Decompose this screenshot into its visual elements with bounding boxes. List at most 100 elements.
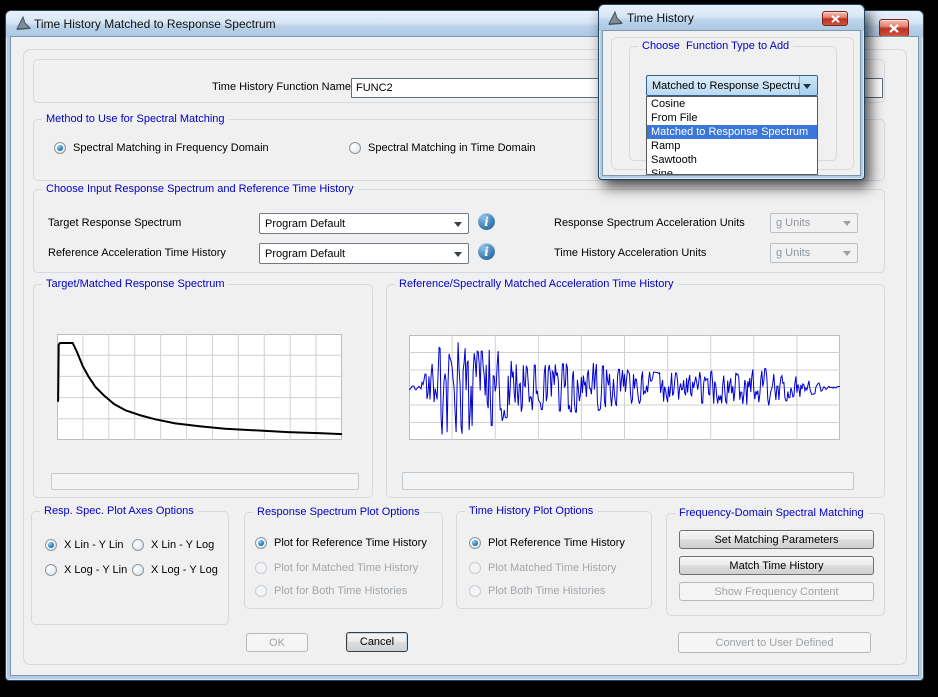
target-response-spectrum-combo[interactable]: Program Default: [259, 213, 469, 234]
response-spectrum-plot-title: Target/Matched Response Spectrum: [42, 278, 229, 291]
th-plot-options-box: Time History Plot Options Plot Reference…: [456, 511, 652, 609]
chevron-down-icon: [843, 251, 851, 256]
radio-icon: [45, 564, 57, 576]
radio-plot-reference-time-history[interactable]: Plot Reference Time History: [469, 537, 625, 549]
time-history-readout-bar: [402, 472, 854, 490]
combo-value: g Units: [776, 247, 810, 259]
th-units-combo: g Units: [770, 243, 858, 263]
radio-label: Plot Reference Time History: [488, 537, 625, 549]
app-icon: [607, 11, 623, 27]
response-spectrum-plot: [57, 334, 342, 440]
close-icon: [889, 24, 899, 33]
radio-icon: [469, 537, 481, 549]
popup-title: Time History: [627, 11, 694, 25]
radio-label: Plot Both Time Histories: [488, 585, 605, 597]
radio-plot-for-reference-time-history[interactable]: Plot for Reference Time History: [255, 537, 427, 549]
radio-icon: [255, 562, 267, 574]
radio-label: Plot for Both Time Histories: [274, 585, 407, 597]
radio-xlin-ylog[interactable]: X Lin - Y Log: [132, 539, 214, 551]
response-spectrum-plot-box: Target/Matched Response Spectrum: [33, 284, 373, 498]
list-item-cosine[interactable]: Cosine: [647, 97, 817, 111]
radio-plot-both-time-histories: Plot Both Time Histories: [469, 585, 605, 597]
combo-value: Program Default: [265, 218, 345, 230]
freq-matching-title: Frequency-Domain Spectral Matching: [675, 507, 868, 520]
spectrum-readout-bar: [51, 473, 359, 490]
radio-label: Plot for Reference Time History: [274, 537, 427, 549]
list-item-sawtooth[interactable]: Sawtooth: [647, 153, 817, 167]
convert-to-user-defined-button: Convert to User Defined: [678, 632, 871, 653]
radio-icon: [45, 539, 57, 551]
radio-icon: [132, 564, 144, 576]
radio-label: X Log - Y Log: [151, 564, 218, 576]
main-dialog-title: Time History Matched to Response Spectru…: [34, 17, 276, 31]
reference-time-history-combo[interactable]: Program Default: [259, 243, 469, 264]
radio-xlog-ylin[interactable]: X Log - Y Lin: [45, 564, 127, 576]
radio-xlog-ylog[interactable]: X Log - Y Log: [132, 564, 218, 576]
chevron-down-icon: [803, 84, 811, 89]
radio-label: Spectral Matching in Frequency Domain: [73, 142, 269, 154]
list-item-matched-to-response-spectrum[interactable]: Matched to Response Spectrum: [647, 125, 817, 139]
input-section-title: Choose Input Response Spectrum and Refer…: [42, 183, 358, 196]
radio-icon: [132, 539, 144, 551]
radio-plot-for-matched-time-history: Plot for Matched Time History: [255, 562, 418, 574]
th-units-label: Time History Acceleration Units: [554, 247, 706, 259]
function-name-label: Time History Function Name: [131, 81, 351, 93]
rs-plot-options-box: Response Spectrum Plot Options Plot for …: [244, 512, 443, 609]
radio-label: X Log - Y Lin: [64, 564, 127, 576]
cancel-button[interactable]: Cancel: [346, 632, 408, 652]
reference-history-info-icon[interactable]: i: [478, 243, 495, 260]
combo-value: g Units: [776, 217, 810, 229]
radio-label: Plot for Matched Time History: [274, 562, 418, 574]
target-response-spectrum-label: Target Response Spectrum: [48, 217, 181, 229]
axes-options-box: Resp. Spec. Plot Axes Options X Lin - Y …: [31, 511, 229, 625]
function-type-combo[interactable]: Matched to Response Spectru: [646, 75, 818, 96]
set-matching-parameters-button[interactable]: Set Matching Parameters: [679, 530, 874, 549]
app-icon: [15, 16, 31, 32]
radio-plot-for-both-time-histories: Plot for Both Time Histories: [255, 585, 407, 597]
chevron-down-icon: [454, 252, 462, 257]
close-icon: [831, 15, 840, 23]
radio-spectral-matching-frequency-domain[interactable]: Spectral Matching in Frequency Domain: [54, 142, 269, 154]
radio-icon: [349, 142, 361, 154]
time-history-popup-window: Time History Choose Function Type to Add…: [598, 4, 865, 180]
radio-label: Spectral Matching in Time Domain: [368, 142, 536, 154]
chevron-down-icon: [454, 222, 462, 227]
radio-icon: [469, 585, 481, 597]
match-time-history-button[interactable]: Match Time History: [679, 556, 874, 575]
axes-options-title: Resp. Spec. Plot Axes Options: [40, 505, 198, 518]
rs-units-label: Response Spectrum Acceleration Units: [554, 217, 745, 229]
reference-time-history-label: Reference Acceleration Time History: [48, 247, 226, 259]
radio-icon: [54, 142, 66, 154]
function-type-dropdown-list: Cosine From File Matched to Response Spe…: [646, 96, 818, 175]
rs-plot-options-title: Response Spectrum Plot Options: [253, 506, 424, 519]
radio-icon: [255, 537, 267, 549]
popup-client-area: Choose Function Type to Add Matched to R…: [603, 31, 860, 175]
radio-label: X Lin - Y Lin: [64, 539, 124, 551]
radio-label: Plot Matched Time History: [488, 562, 616, 574]
show-frequency-content-button: Show Frequency Content: [679, 582, 874, 601]
combo-value: Program Default: [265, 248, 345, 260]
radio-spectral-matching-time-domain[interactable]: Spectral Matching in Time Domain: [349, 142, 536, 154]
list-item-ramp[interactable]: Ramp: [647, 139, 817, 153]
time-history-plot-title: Reference/Spectrally Matched Acceleratio…: [395, 278, 678, 291]
popup-close-button[interactable]: [822, 11, 848, 26]
screenshot-stage: Time History Matched to Response Spectru…: [0, 0, 938, 697]
rs-units-combo: g Units: [770, 213, 858, 233]
radio-plot-matched-time-history: Plot Matched Time History: [469, 562, 616, 574]
method-section-title: Method to Use for Spectral Matching: [42, 113, 229, 126]
function-type-title: Choose Function Type to Add: [638, 40, 793, 53]
th-plot-options-title: Time History Plot Options: [465, 505, 597, 518]
radio-icon: [255, 585, 267, 597]
main-close-button[interactable]: [879, 19, 909, 37]
time-history-plot-box: Reference/Spectrally Matched Acceleratio…: [386, 284, 885, 498]
radio-label: X Lin - Y Log: [151, 539, 214, 551]
list-item-from-file[interactable]: From File: [647, 111, 817, 125]
chevron-down-icon: [843, 221, 851, 226]
radio-icon: [469, 562, 481, 574]
time-history-plot: [409, 335, 840, 440]
target-spectrum-info-icon[interactable]: i: [478, 213, 495, 230]
ok-button: OK: [246, 633, 308, 652]
combo-value: Matched to Response Spectru: [652, 80, 800, 92]
list-item-sine[interactable]: Sine: [647, 167, 817, 175]
radio-xlin-ylin[interactable]: X Lin - Y Lin: [45, 539, 124, 551]
